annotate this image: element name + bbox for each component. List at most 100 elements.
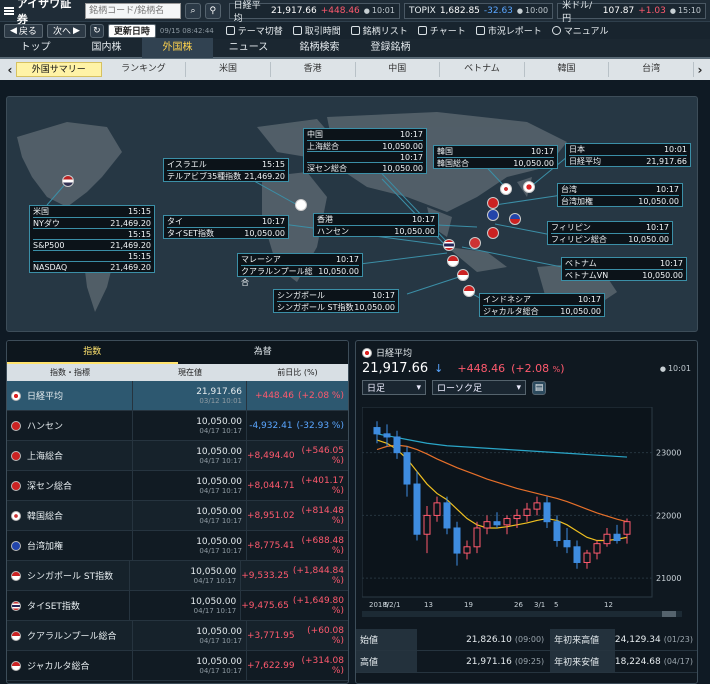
vietnam-flag-icon[interactable] bbox=[469, 237, 481, 249]
indonesia-flag-icon[interactable] bbox=[463, 285, 475, 297]
tab-ranking[interactable]: ランキング bbox=[102, 62, 187, 77]
map-box-japan[interactable]: 日本 10:01 日経平均 21,917.66 bbox=[565, 143, 691, 167]
candle bbox=[543, 502, 551, 523]
stats-table: 始値 21,826.10 (09:00) 年初来高値 24,129.34 (01… bbox=[356, 629, 697, 673]
tab-foreign[interactable]: 外国株 bbox=[142, 38, 213, 58]
china-flag-icon[interactable] bbox=[487, 197, 499, 209]
tab-search[interactable]: 銘柄検索 bbox=[284, 38, 355, 58]
index-nikkei[interactable]: 日経平均 21,917.66 +448.46 10:01 bbox=[228, 1, 400, 24]
taiwan-flag-icon[interactable] bbox=[487, 209, 499, 221]
map-box-thai[interactable]: タイ 10:17 タイSET指数 10,050.00 bbox=[163, 215, 289, 239]
update-button[interactable]: 更新日時 bbox=[107, 23, 156, 38]
map-box-israel[interactable]: イスラエル 15:15 テルアビブ35種指数 21,469.20 bbox=[163, 158, 289, 182]
map-box-singapore[interactable]: シンガポール 10:17 シンガポール ST指数 10,050.00 bbox=[273, 289, 399, 313]
table-row[interactable]: 上海総合 10,050.00 04/17 10:17 +8,494.40 (+546… bbox=[7, 441, 348, 471]
map-box-philippines[interactable]: フィリピン 10:17 フィリピン総合 10,050.00 bbox=[547, 221, 673, 245]
map-box-label: NYダウ bbox=[33, 219, 60, 228]
map-box-vietnam[interactable]: ベトナム 10:17 ベトナムVN 10,050.00 bbox=[561, 257, 687, 281]
trading-hours[interactable]: 取引時間 bbox=[292, 24, 341, 37]
tab-indices[interactable]: 指数 bbox=[7, 341, 178, 364]
philippines-flag-icon[interactable] bbox=[509, 213, 521, 225]
map-box-taiwan[interactable]: 台湾 10:17 台湾加権 10,050.00 bbox=[557, 183, 683, 207]
chart-link[interactable]: チャート bbox=[417, 24, 466, 37]
tab-top[interactable]: トップ bbox=[0, 38, 71, 58]
tab-registered[interactable]: 登録銘柄 bbox=[355, 38, 426, 58]
stock-search-input[interactable] bbox=[85, 2, 182, 19]
cn-flag-icon bbox=[11, 450, 21, 461]
korea-flag-icon[interactable] bbox=[500, 183, 512, 195]
us-flag-icon[interactable] bbox=[62, 175, 74, 187]
table-row[interactable]: ジャカルタ総合 10,050.00 04/17 10:17 +7,622.99 (+… bbox=[7, 651, 348, 681]
tab-domestic[interactable]: 国内株 bbox=[71, 38, 142, 58]
table-row[interactable]: 深セン総合 10,050.00 04/17 10:17 +8,044.71 (+40… bbox=[7, 471, 348, 501]
menu-icon[interactable] bbox=[4, 6, 14, 15]
map-box-value: 10:17 bbox=[371, 291, 395, 300]
back-button[interactable]: ◀ 戻る bbox=[4, 23, 43, 38]
map-box-label: 深セン総合 bbox=[307, 164, 347, 173]
theme-toggle[interactable]: テーマ切替 bbox=[225, 24, 283, 37]
report-icon bbox=[475, 26, 485, 35]
brand[interactable]: アイザワ証券 bbox=[4, 0, 81, 27]
tab-fx[interactable]: 為替 bbox=[178, 341, 349, 364]
table-row[interactable]: 台湾加権 10,050.00 04/17 10:17 +8,775.41 (+688… bbox=[7, 531, 348, 561]
chevron-right-icon[interactable]: › bbox=[694, 63, 706, 77]
period-select[interactable]: 日足 ▾ bbox=[362, 380, 426, 395]
malaysia-flag-icon[interactable] bbox=[447, 255, 459, 267]
cell-value: 10,050.00 04/17 10:17 bbox=[130, 591, 242, 620]
chart-type-select[interactable]: ローソク足 ▾ bbox=[432, 380, 526, 395]
search-icon[interactable]: ⌕ bbox=[185, 2, 201, 19]
map-box-value: 21,917.66 bbox=[646, 157, 687, 166]
israel-flag-icon[interactable] bbox=[295, 199, 307, 211]
map-box-hongkong[interactable]: 香港 10:17 ハンセン 10,050.00 bbox=[313, 213, 439, 237]
next-button[interactable]: 次へ ▶ bbox=[46, 23, 86, 38]
location-pin-icon[interactable]: ⚲ bbox=[204, 2, 221, 19]
hongkong-flag-icon[interactable] bbox=[487, 227, 499, 239]
stock-list[interactable]: 銘柄リスト bbox=[350, 24, 408, 37]
table-row[interactable]: 韓国総合 10,050.00 04/17 10:17 +8,951.02 (+814… bbox=[7, 501, 348, 531]
hk-flag-icon bbox=[11, 420, 21, 431]
index-topix[interactable]: TOPIX 1,682.85 -32.63 10:00 bbox=[403, 2, 554, 19]
tab-taiwan[interactable]: 台湾 bbox=[609, 62, 694, 77]
map-box-label: 中国 bbox=[307, 130, 323, 139]
index-change: +9,533.25 bbox=[241, 570, 289, 581]
thai-flag-icon[interactable] bbox=[443, 239, 455, 251]
candlestick-chart[interactable]: 2300022000210002018/2/15 13 19 26 3/1 5 12 bbox=[362, 407, 692, 627]
map-box-value: 15:15 bbox=[127, 252, 151, 261]
index-table: 日経平均 21,917.66 03/12 10:01 +448.46 (+2.08 … bbox=[7, 381, 348, 681]
index-change: +448.46 bbox=[254, 390, 294, 401]
table-row[interactable]: タイSET指数 10,050.00 04/17 10:17 +9,475.65 (+… bbox=[7, 591, 348, 621]
map-box-indonesia[interactable]: インドネシア 10:17 ジャカルタ総合 10,050.00 bbox=[479, 293, 605, 317]
candle bbox=[513, 514, 521, 520]
map-box-malaysia[interactable]: マレーシア 10:17 クアラルンプール総合 10,050.00 bbox=[237, 253, 363, 287]
chart-scroll-handle[interactable] bbox=[662, 611, 676, 617]
cell-change: +8,044.71 (+401.17 %) bbox=[247, 476, 348, 496]
table-row[interactable]: ハンセン 10,050.00 04/17 10:17 -4,932.41 (-32.… bbox=[7, 411, 348, 441]
tab-news[interactable]: ニュース bbox=[213, 38, 284, 58]
tab-hongkong[interactable]: 香港 bbox=[271, 62, 356, 77]
manual-link[interactable]: マニュアル bbox=[551, 24, 608, 37]
tab-china[interactable]: 中国 bbox=[356, 62, 441, 77]
tab-korea[interactable]: 韓国 bbox=[525, 62, 610, 77]
chart-settings-icon[interactable]: ▤ bbox=[532, 380, 546, 395]
table-row[interactable]: シンガポール ST指数 10,050.00 04/17 10:17 +9,533.… bbox=[7, 561, 348, 591]
table-row[interactable]: 日経平均 21,917.66 03/12 10:01 +448.46 (+2.08 … bbox=[7, 381, 348, 411]
map-box-row: 日経平均 21,917.66 bbox=[569, 155, 687, 166]
index-value: 21,917.66 bbox=[196, 386, 242, 397]
map-box-row: 韓国 10:17 bbox=[437, 146, 554, 157]
chart-scrollbar[interactable] bbox=[362, 611, 682, 617]
market-report[interactable]: 市況レポート bbox=[475, 24, 542, 37]
tab-vietnam[interactable]: ベトナム bbox=[440, 62, 525, 77]
singapore-flag-icon[interactable] bbox=[457, 269, 469, 281]
tab-foreign-summary[interactable]: 外国サマリー bbox=[16, 62, 102, 77]
table-row[interactable]: クアラルンプール総合 10,050.00 04/17 10:17 +3,771.9… bbox=[7, 621, 348, 651]
tab-us[interactable]: 米国 bbox=[186, 62, 271, 77]
map-box-us[interactable]: 米国 15:15 NYダウ 21,469.20 15:15 S&P500 21,469.20… bbox=[29, 205, 155, 273]
map-box-china[interactable]: 中国 10:17 上海総合 10,050.00 10:17 深セン総合 10,050.00 bbox=[303, 128, 427, 174]
cell-change: +3,771.95 (+60.08 %) bbox=[247, 626, 348, 646]
refresh-icon[interactable]: ↻ bbox=[89, 23, 104, 38]
japan-flag-icon[interactable] bbox=[523, 181, 535, 193]
index-usdjpy[interactable]: 米ドル/円 107.87 +1.03 15:10 bbox=[557, 1, 707, 24]
x-tick-label: 19 bbox=[464, 601, 473, 609]
map-box-korea[interactable]: 韓国 10:17 韓国総合 10,050.00 bbox=[433, 145, 558, 169]
chevron-left-icon[interactable]: ‹ bbox=[4, 63, 16, 77]
